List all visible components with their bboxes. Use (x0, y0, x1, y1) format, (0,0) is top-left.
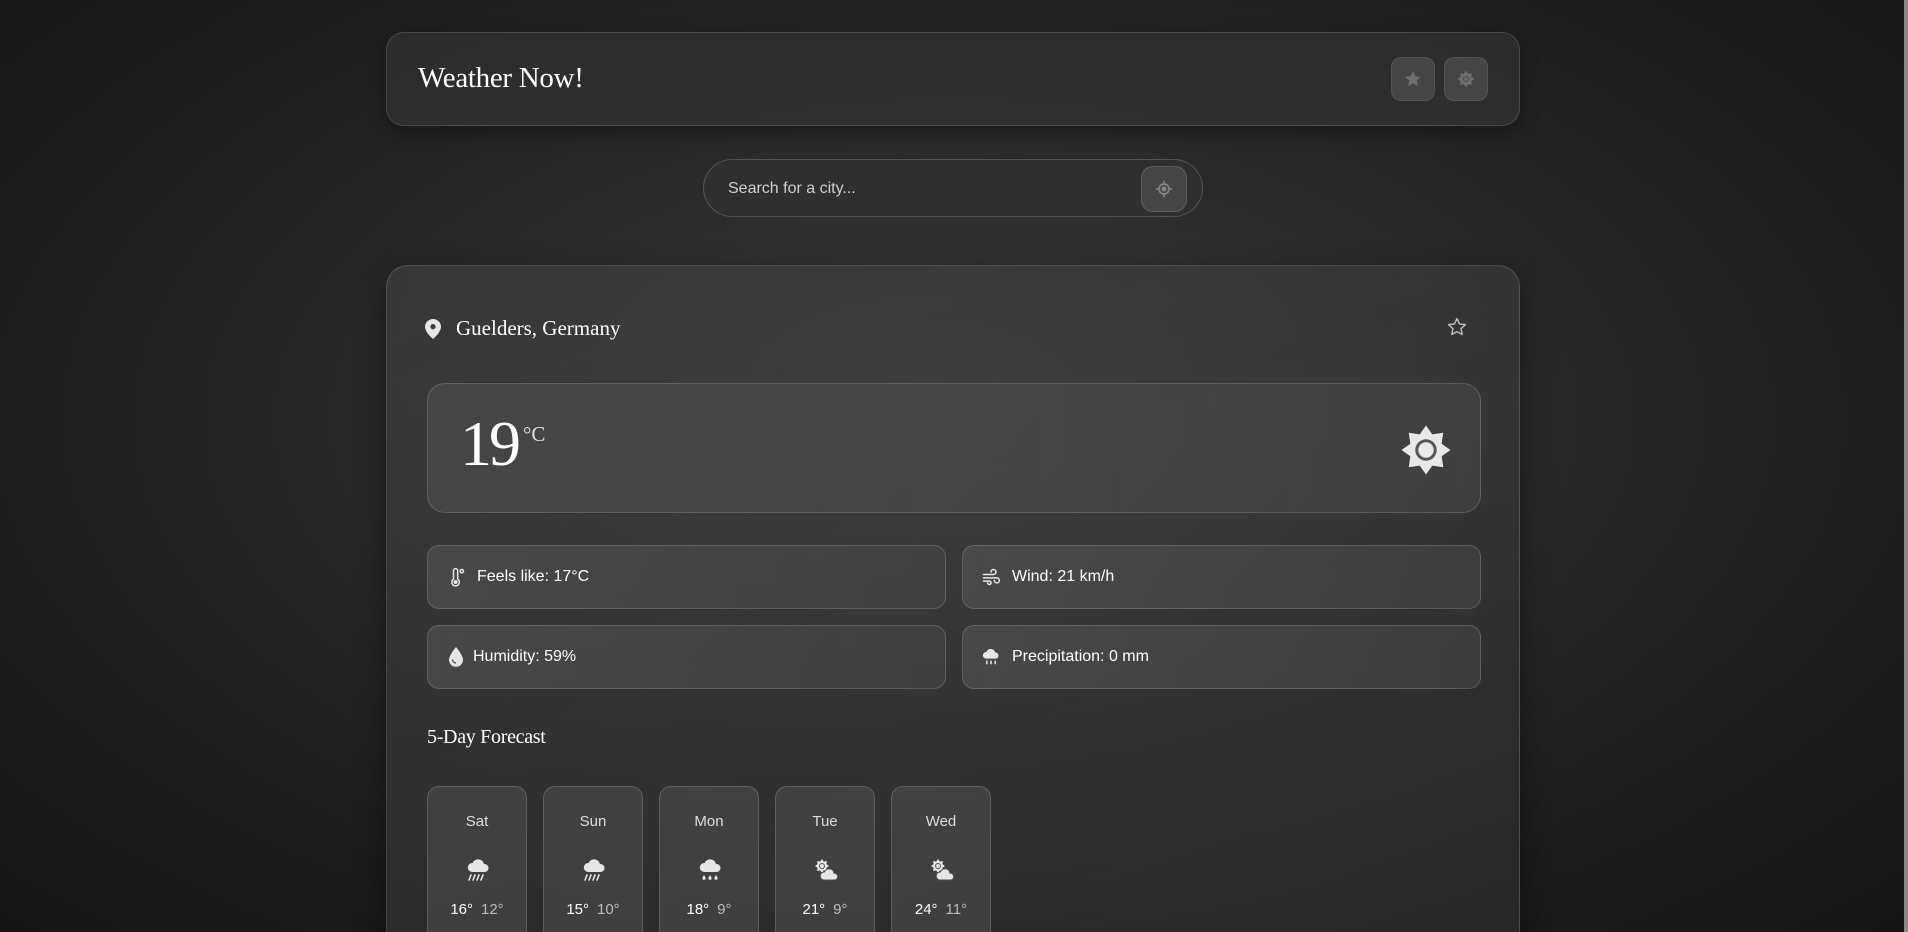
forecast-low: 9° (833, 901, 848, 918)
feels-like-text: Feels like: 17°C (477, 568, 590, 585)
partly-cloudy-icon (931, 859, 955, 881)
forecast-high: 21° (802, 901, 826, 918)
locate-button[interactable] (1141, 166, 1187, 212)
forecast-day-card: Sun 15° 10° (543, 786, 643, 932)
forecast-low: 12° (481, 901, 504, 918)
feels-like-tile: Feels like: 17°C (427, 545, 946, 609)
star-outline-icon[interactable] (1446, 316, 1468, 338)
wind-tile: Wind: 21 km/h (962, 545, 1481, 609)
temperature-unit: °C (523, 422, 546, 446)
showers-icon (699, 859, 721, 880)
star-filled-icon (1405, 71, 1421, 87)
scrollbar[interactable] (1904, 0, 1908, 932)
wind-text: Wind: 21 km/h (1012, 568, 1115, 585)
forecast-low: 10° (597, 901, 620, 918)
humidity-text: Humidity: 59% (473, 648, 577, 665)
temperature-value: 19 (460, 408, 521, 479)
app-title: Weather Now! (418, 62, 584, 94)
crosshair-icon (1155, 180, 1173, 198)
forecast-low: 9° (717, 901, 732, 918)
sun-icon (1401, 425, 1451, 475)
forecast-day-name: Wed (925, 813, 957, 830)
forecast-day-name: Tue (812, 813, 838, 830)
forecast-day-card: Mon 18° 9° (659, 786, 759, 932)
forecast-day-name: Mon (694, 813, 724, 830)
forecast-day-name: Sat (465, 813, 489, 830)
rain-icon (583, 859, 605, 881)
forecast-high: 15° (566, 901, 589, 918)
forecast-low: 11° (945, 901, 968, 918)
sun-icon (1457, 70, 1475, 88)
forecast-high: 18° (686, 901, 710, 918)
forecast-day-card: Wed 24° 11° (891, 786, 991, 932)
weather-card: Guelders, Germany 19 °C Feels like: 17°C (386, 265, 1520, 932)
forecast-high: 24° (914, 901, 938, 918)
forecast-day-card: Tue 21° 9° (775, 786, 875, 932)
cloud-rain-icon (980, 646, 1002, 668)
forecast-day-card: Sat 16° 12° (427, 786, 527, 932)
current-temperature-panel: 19 °C (427, 383, 1481, 513)
thermometer-icon (445, 566, 467, 588)
humidity-tile: Humidity: 59% (427, 625, 946, 689)
location-name: Guelders, Germany (456, 316, 621, 340)
partly-cloudy-icon (815, 859, 839, 881)
app-header: Weather Now! (386, 32, 1520, 126)
forecast-title: 5-Day Forecast (427, 726, 546, 748)
location-row: Guelders, Germany (425, 316, 620, 341)
map-pin-icon (425, 318, 441, 339)
precipitation-text: Precipitation: 0 mm (1012, 648, 1149, 665)
forecast-high: 16° (450, 901, 473, 918)
theme-toggle-button[interactable] (1444, 57, 1488, 101)
search-input[interactable] (724, 172, 1124, 206)
forecast-day-name: Sun (579, 813, 607, 830)
droplet-icon (445, 646, 467, 668)
favorites-button[interactable] (1391, 57, 1435, 101)
rain-icon (467, 859, 489, 881)
wind-icon (980, 566, 1002, 588)
precipitation-tile: Precipitation: 0 mm (962, 625, 1481, 689)
search-bar (703, 159, 1203, 217)
